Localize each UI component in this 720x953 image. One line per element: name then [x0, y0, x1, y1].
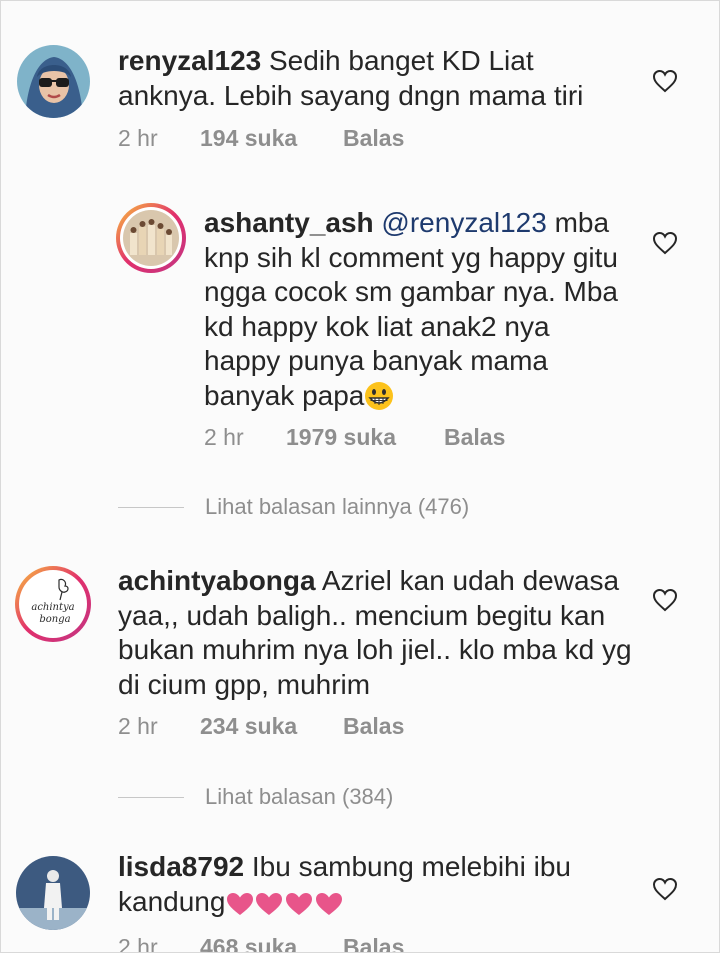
- timestamp: 2 hr: [204, 424, 244, 450]
- avatar[interactable]: [116, 203, 186, 273]
- view-more-replies[interactable]: Lihat balasan lainnya (476): [118, 494, 538, 522]
- heart-icon[interactable]: [652, 231, 678, 255]
- comment-ashanty_ash: ashanty_ash @renyzal123 mba knp sih kl c…: [1, 191, 719, 471]
- family-photo-icon: [120, 207, 182, 269]
- comment-lisda8792: lisda8792 Ibu sambung melebihi ibu kandu…: [1, 831, 719, 953]
- svg-text:achintya: achintya: [31, 602, 74, 613]
- comment-text: lisda8792 Ibu sambung melebihi ibu kandu…: [118, 850, 638, 919]
- divider-line: [118, 797, 184, 798]
- reply-button[interactable]: Balas: [343, 125, 404, 152]
- username[interactable]: ashanty_ash: [204, 207, 374, 238]
- avatar[interactable]: [17, 45, 90, 118]
- view-more-replies[interactable]: Lihat balasan (384): [118, 784, 538, 812]
- avatar[interactable]: achintya bonga: [15, 566, 91, 642]
- likes-count[interactable]: 234 suka: [200, 713, 297, 740]
- comment-meta: 2 hr 1979 suka Balas: [204, 424, 604, 452]
- reply-button[interactable]: Balas: [343, 934, 404, 952]
- likes-count[interactable]: 194 suka: [200, 125, 297, 152]
- comment-achintyabonga: achintya bonga achintyabonga Azriel kan …: [1, 546, 719, 756]
- comment-renyzal123: renyzal123 Sedih banget KD Liat anknya. …: [1, 1, 719, 171]
- heart-icon[interactable]: [652, 588, 678, 612]
- reply-button[interactable]: Balas: [444, 424, 505, 451]
- timestamp: 2 hr: [118, 713, 158, 739]
- grinning-face-emoji-icon: [365, 381, 394, 410]
- avatar-photo-icon: [17, 45, 90, 118]
- username[interactable]: renyzal123: [118, 45, 261, 76]
- comments-screen: renyzal123 Sedih banget KD Liat anknya. …: [0, 0, 720, 953]
- comment-meta: 2 hr 234 suka Balas: [118, 713, 518, 741]
- likes-count[interactable]: 1979 suka: [286, 424, 396, 451]
- comment-meta: 2 hr 194 suka Balas: [118, 125, 518, 153]
- svg-text:bonga: bonga: [39, 614, 70, 625]
- achintya-bonga-logo-icon: achintya bonga: [19, 570, 87, 638]
- person-standing-icon: [16, 856, 90, 930]
- comment-text: ashanty_ash @renyzal123 mba knp sih kl c…: [204, 206, 624, 413]
- mention-link[interactable]: @renyzal123: [381, 207, 546, 238]
- comment-meta: 2 hr 468 suka Balas: [118, 934, 518, 953]
- username[interactable]: achintyabonga: [118, 565, 316, 596]
- timestamp: 2 hr: [118, 125, 158, 151]
- heart-icon[interactable]: [652, 69, 678, 93]
- comment-text: renyzal123 Sedih banget KD Liat anknya. …: [118, 44, 638, 113]
- comment-text: achintyabonga Azriel kan udah dewasa yaa…: [118, 564, 638, 702]
- pink-hearts-emoji: [225, 886, 345, 917]
- heart-icon[interactable]: [652, 877, 678, 901]
- view-more-label[interactable]: Lihat balasan (384): [205, 784, 393, 810]
- likes-count[interactable]: 468 suka: [200, 934, 297, 952]
- divider-line: [118, 507, 184, 508]
- view-more-label[interactable]: Lihat balasan lainnya (476): [205, 494, 469, 520]
- avatar[interactable]: [16, 856, 90, 930]
- pink-hearts-icon: [227, 892, 343, 915]
- username[interactable]: lisda8792: [118, 851, 244, 882]
- reply-button[interactable]: Balas: [343, 713, 404, 740]
- timestamp: 2 hr: [118, 934, 158, 953]
